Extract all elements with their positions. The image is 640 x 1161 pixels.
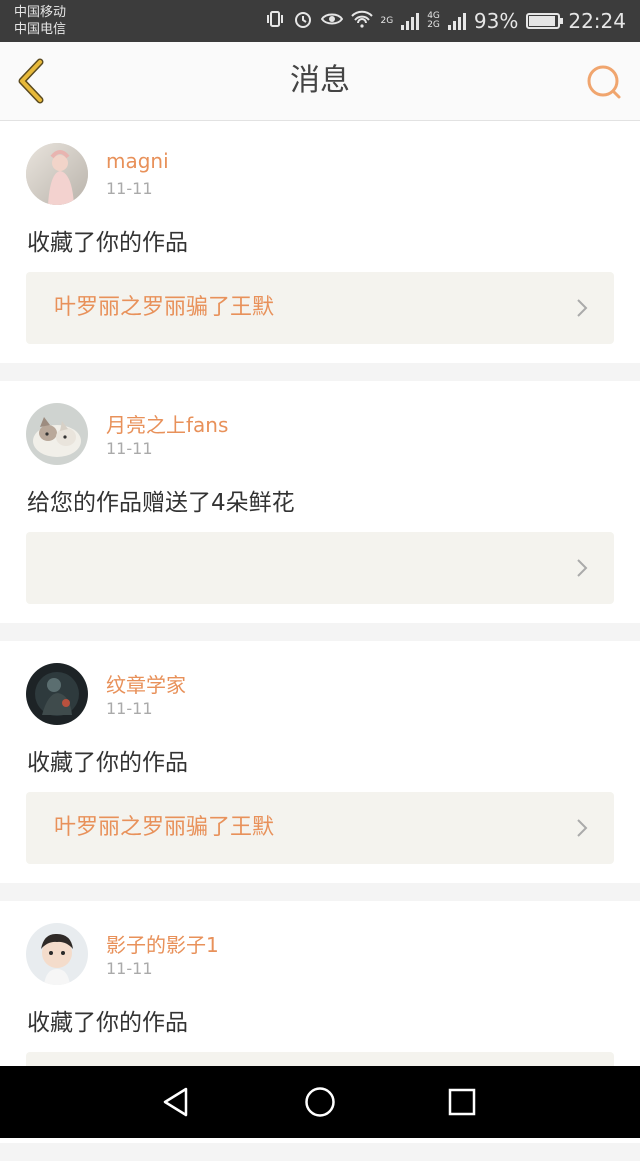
avatar-photo-girl [26, 143, 88, 205]
message-date: 11-11 [106, 439, 153, 458]
work-title: 叶罗丽之罗丽骗了王默 [54, 815, 275, 840]
message-action: 收藏了你的作品 [27, 1010, 188, 1036]
message-list: magni 11-11 收藏了你的作品 叶罗丽之罗丽骗了王默 月亮之上fans … [0, 121, 640, 1161]
chevron-right-icon [577, 559, 588, 577]
carrier-names: 中国移动 中国电信 [14, 4, 66, 38]
nav-home-button[interactable] [302, 1084, 338, 1120]
avatar[interactable] [26, 923, 88, 985]
avatar[interactable] [26, 403, 88, 465]
message-card: 月亮之上fans 11-11 给您的作品赠送了4朵鲜花 [0, 381, 640, 623]
clock: 22:24 [568, 9, 626, 33]
recents-square-icon [448, 1088, 476, 1116]
message-action: 收藏了你的作品 [27, 230, 188, 256]
work-link[interactable]: 叶罗丽之罗丽骗了王默 [26, 272, 614, 344]
username[interactable]: 月亮之上fans [106, 409, 228, 438]
signal-icon [401, 12, 420, 30]
battery-percent: 93% [473, 9, 519, 33]
username[interactable]: magni [106, 149, 169, 173]
carrier-1: 中国移动 [14, 5, 67, 20]
work-link[interactable]: 叶罗丽之罗丽骗了王默 [26, 792, 614, 864]
avatar-photo-dark [26, 663, 88, 725]
alarm-icon [293, 9, 313, 34]
system-nav-bar [0, 1066, 640, 1138]
message-card: 纹章学家 11-11 收藏了你的作品 叶罗丽之罗丽骗了王默 [0, 641, 640, 883]
message-date: 11-11 [106, 699, 153, 718]
avatar[interactable] [26, 143, 88, 205]
net-1-label: 2G [380, 15, 394, 26]
back-triangle-icon [163, 1087, 188, 1117]
chevron-right-icon [577, 299, 588, 317]
chevron-right-icon [577, 819, 588, 837]
net-2b-label: 2G [427, 20, 440, 30]
home-circle-icon [305, 1087, 335, 1117]
work-title: 叶罗丽之罗丽骗了王默 [54, 295, 275, 320]
message-date: 11-11 [106, 959, 153, 978]
status-bar: 中国移动 中国电信 2G 4G 2G 93% 22:24 [0, 0, 640, 42]
battery-fill [529, 16, 556, 26]
status-icons: 2G 4G 2G 93% 22:24 [265, 0, 626, 42]
search-button[interactable] [584, 62, 624, 102]
app-header: 消息 [0, 42, 640, 121]
eye-icon [320, 9, 343, 34]
message-action: 给您的作品赠送了4朵鲜花 [27, 490, 295, 516]
page-title: 消息 [290, 63, 350, 98]
message-date: 11-11 [106, 179, 153, 198]
avatar-photo-cat [26, 403, 88, 465]
username[interactable]: 纹章学家 [106, 669, 186, 698]
username[interactable]: 影子的影子1 [106, 929, 219, 958]
message-card: magni 11-11 收藏了你的作品 叶罗丽之罗丽骗了王默 [0, 121, 640, 363]
vibrate-icon [265, 9, 285, 34]
carrier-2: 中国电信 [14, 22, 67, 37]
battery-icon [526, 13, 564, 29]
avatar[interactable] [26, 663, 88, 725]
wifi-icon [350, 10, 373, 33]
work-link[interactable] [26, 532, 614, 604]
network-tag-1: 2G [380, 15, 394, 26]
avatar-photo-child [26, 923, 88, 985]
nav-recents-button[interactable] [444, 1084, 480, 1120]
network-tag-2: 4G 2G [427, 12, 440, 30]
nav-back-button[interactable] [158, 1084, 194, 1120]
signal-icon-2 [447, 12, 466, 30]
search-icon [587, 65, 621, 99]
message-action: 收藏了你的作品 [27, 750, 188, 776]
